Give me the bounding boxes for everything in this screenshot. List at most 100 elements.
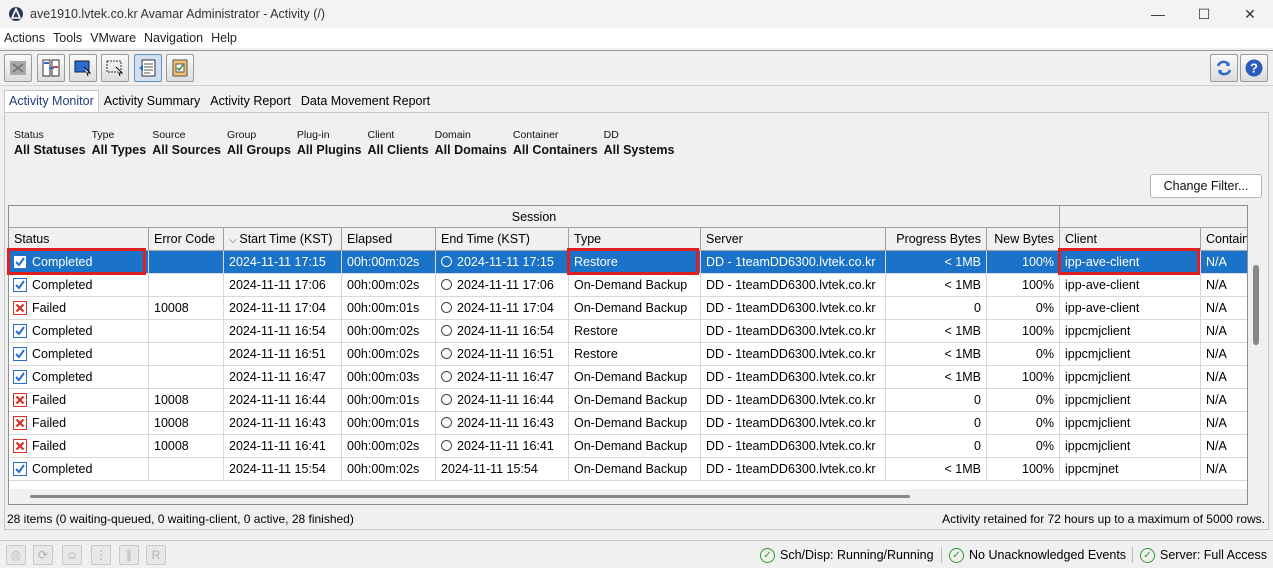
filter-label: DD [603,129,619,141]
cell-type: On-Demand Backup [569,366,701,388]
failed-x-icon [13,301,27,315]
change-filter-button[interactable]: Change Filter... [1150,174,1262,198]
tab-activity-report[interactable]: Activity Report [205,90,296,112]
cell-text: Completed [32,462,93,476]
cell-text: < 1MB [944,370,981,384]
cell-text: N/A [1206,301,1227,315]
cell-new-bytes: 0% [987,389,1060,411]
cell-end-time: 2024-11-11 17:06 [436,274,569,296]
scheduler-status[interactable]: ✓ Sch/Disp: Running/Running [760,545,934,565]
cancel-activity-icon[interactable] [4,54,32,82]
column-header-error-code[interactable]: Error Code [149,228,224,251]
cell-text: ippcmjclient [1065,439,1131,453]
cell-new-bytes: 100% [987,320,1060,342]
horizontal-scrollbar[interactable] [10,489,1247,504]
column-header-server[interactable]: Server [701,228,886,251]
table-row[interactable]: Completed 2024-11-11 17:06 00h:00m:02s 2024… [9,274,1247,297]
vertical-scrollbar[interactable] [1248,205,1266,505]
maximize-button[interactable]: ☐ [1181,0,1227,28]
column-header-label: Contain [1206,232,1248,246]
cell-text: 0 [974,301,981,315]
report-icon[interactable] [166,54,194,82]
completed-check-icon [13,324,27,338]
refresh-icon[interactable] [1210,54,1238,82]
tab-activity-monitor[interactable]: Activity Monitor [4,90,99,112]
table-row[interactable]: Failed 10008 2024-11-11 16:41 00h:00m:02s 20… [9,435,1247,458]
filter-client: Client All Clients [368,127,429,157]
cell-server: DD - 1teamDD6300.lvtek.co.kr [701,297,886,319]
cell-elapsed: 00h:00m:02s [342,435,436,457]
cell-text: < 1MB [944,462,981,476]
cell-text: On-Demand Backup [574,278,688,292]
help-icon[interactable]: ? [1240,54,1268,82]
menu-vmware[interactable]: VMware [86,31,140,45]
cell-text: 0% [1035,393,1054,407]
cell-type: On-Demand Backup [569,435,701,457]
activity-list-icon[interactable] [134,54,162,82]
table-row[interactable]: Failed 10008 2024-11-11 17:04 00h:00m:01s 20… [9,297,1247,320]
filter-label: Status [14,129,44,141]
column-header-start-time[interactable]: ⌵ Start Time (KST) [224,228,342,251]
horizontal-scroll-thumb[interactable] [30,495,910,498]
select-client-icon[interactable] [69,54,97,82]
cell-end-time: 2024-11-11 17:15 [436,251,569,273]
cell-text: N/A [1206,347,1227,361]
cell-end-time: 2024-11-11 16:43 [436,412,569,434]
tab-activity-summary[interactable]: Activity Summary [99,90,206,112]
table-row[interactable]: Completed 2024-11-11 16:51 00h:00m:02s 2024… [9,343,1247,366]
client-group-header [1060,206,1247,228]
minimize-button[interactable]: — [1135,0,1181,28]
server-status[interactable]: ✓ Server: Full Access [1140,545,1267,565]
cell-start-time: 2024-11-11 16:44 [224,389,342,411]
clock-icon [441,348,452,359]
cell-elapsed: 00h:00m:02s [342,251,436,273]
table-row[interactable]: Completed 2024-11-11 16:54 00h:00m:02s 2024… [9,320,1247,343]
events-status[interactable]: ✓ No Unacknowledged Events [949,545,1126,565]
column-header-new-bytes[interactable]: New Bytes [987,228,1060,251]
close-button[interactable]: ✕ [1227,0,1273,28]
filter-label: Source [152,129,186,141]
cell-text: 00h:00m:02s [347,462,420,476]
table-row[interactable]: Completed 2024-11-11 15:54 00h:00m:02s 2024… [9,458,1247,481]
cell-text: ippcmjclient [1065,347,1131,361]
cell-text: On-Demand Backup [574,462,688,476]
cell-type: On-Demand Backup [569,458,701,480]
column-header-progress-bytes[interactable]: Progress Bytes [886,228,987,251]
tab-data-movement-report[interactable]: Data Movement Report [296,90,435,112]
client-highlight-box [1058,248,1200,275]
filter-label: Plug-in [296,129,330,141]
cell-end-time: 2024-11-11 16:41 [436,435,569,457]
filter-container: Container All Containers [513,127,598,157]
cell-status: Failed [9,389,149,411]
cell-server: DD - 1teamDD6300.lvtek.co.kr [701,389,886,411]
table-row[interactable]: Completed 2024-11-11 16:47 00h:00m:03s 2024… [9,366,1247,389]
cell-error-code [149,458,224,480]
title-bar: ave1910.lvtek.co.kr Avamar Administrator… [0,0,1273,28]
cell-text: 100% [1022,370,1054,384]
filter-label: Domain [434,129,471,141]
column-header-end-time[interactable]: End Time (KST) [436,228,569,251]
cell-status: Completed [9,366,149,388]
menu-help[interactable]: Help [207,31,241,45]
table-row[interactable]: Failed 10008 2024-11-11 16:44 00h:00m:01s 20… [9,389,1247,412]
split-view-icon[interactable] [37,54,65,82]
cell-start-time: 2024-11-11 16:47 [224,366,342,388]
table-row[interactable]: Failed 10008 2024-11-11 16:43 00h:00m:01s 20… [9,412,1247,435]
cell-text: 10008 [154,393,189,407]
select-area-icon[interactable] [101,54,129,82]
column-header-elapsed[interactable]: Elapsed [342,228,436,251]
menu-actions[interactable]: Actions [0,31,49,45]
cell-text: N/A [1206,393,1227,407]
menu-tools[interactable]: Tools [49,31,86,45]
filter-value: All Systems [603,143,675,157]
menu-navigation[interactable]: Navigation [140,31,207,45]
cell-text: ippcmjclient [1065,416,1131,430]
cell-text: 0% [1035,439,1054,453]
cell-container: N/A [1201,366,1247,388]
cell-status: Completed [9,274,149,296]
status-bar: ◎ ⟳ ☺ ⋮ ∥ R ✓ Sch/Disp: Running/Running ✓… [0,540,1273,568]
column-header-container[interactable]: Contain [1201,228,1248,251]
cell-text: 100% [1022,324,1054,338]
clock-icon [441,371,452,382]
vertical-scroll-thumb[interactable] [1253,265,1259,345]
